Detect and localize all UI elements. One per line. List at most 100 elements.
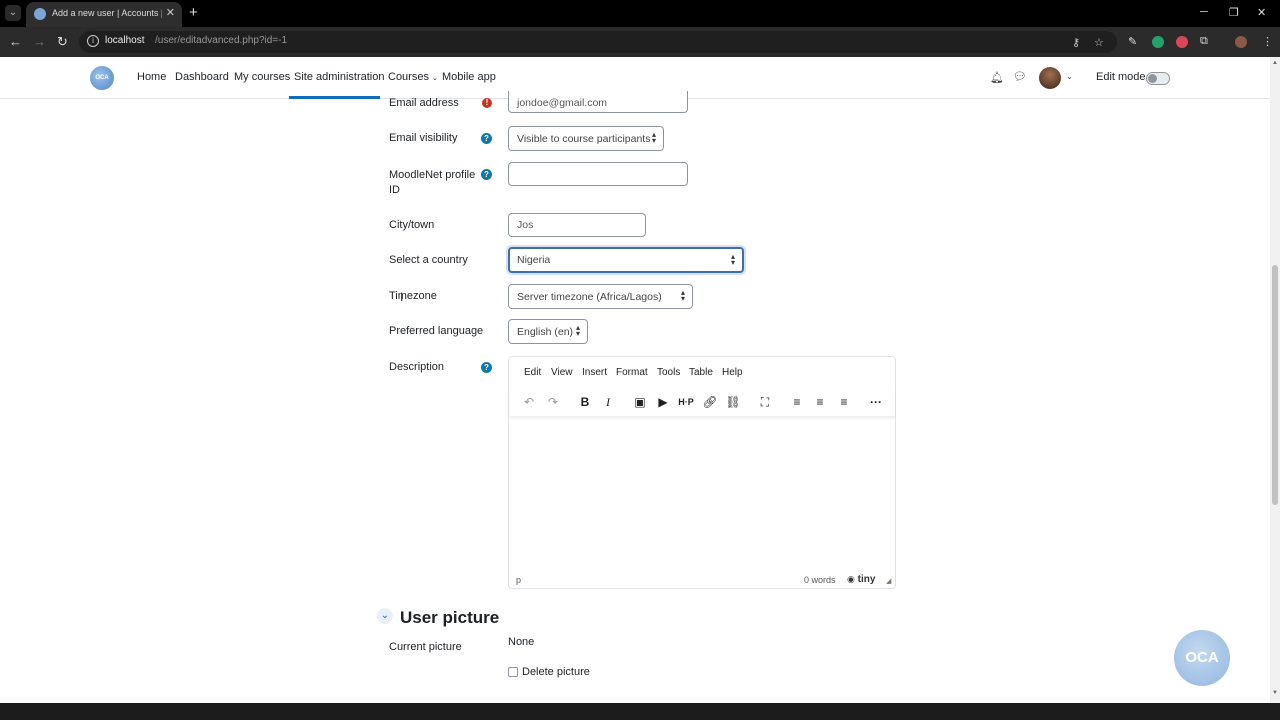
- edit-mode-toggle[interactable]: [1146, 72, 1170, 85]
- language-value: English (en): [517, 326, 574, 338]
- browser-tab[interactable]: Add a new user | Accounts | Us ✕: [26, 2, 182, 27]
- description-editor: Edit View Insert Format Tools Table Help…: [508, 356, 896, 589]
- nav-my-courses[interactable]: My courses: [234, 71, 290, 83]
- select-arrows-icon: ▴ ▾: [651, 130, 656, 145]
- align-right-icon[interactable]: ≡: [835, 394, 853, 410]
- help-icon[interactable]: ?: [481, 362, 492, 373]
- tiny-brand-text: tiny: [857, 574, 876, 585]
- resize-handle-icon[interactable]: ◢: [886, 577, 891, 585]
- more-icon[interactable]: ···: [867, 394, 885, 410]
- grammarly-extension-icon[interactable]: [1152, 36, 1164, 48]
- email-field[interactable]: jondoe@gmail.com: [508, 91, 688, 113]
- editor-menu-help[interactable]: Help: [722, 367, 743, 378]
- site-info-icon[interactable]: i: [87, 35, 99, 47]
- editor-menu-view[interactable]: View: [551, 367, 573, 378]
- delete-picture-label[interactable]: Delete picture: [522, 666, 590, 678]
- undo-icon[interactable]: ↶: [520, 394, 538, 410]
- h5p-icon[interactable]: H·P: [677, 394, 695, 410]
- editor-menubar: Edit View Insert Format Tools Table Help: [509, 357, 895, 387]
- nav-mobile-app[interactable]: Mobile app: [442, 71, 496, 83]
- user-avatar[interactable]: [1039, 67, 1061, 89]
- tab-search-icon[interactable]: ⌄: [5, 5, 21, 21]
- image-icon[interactable]: ▣: [631, 394, 649, 410]
- current-picture-label: Current picture: [389, 641, 462, 653]
- delete-picture-checkbox[interactable]: [508, 667, 518, 677]
- timezone-value: Server timezone (Africa/Lagos): [517, 291, 662, 303]
- back-icon[interactable]: ←: [9, 34, 22, 49]
- user-picture-heading: User picture: [400, 608, 500, 627]
- editor-menu-table[interactable]: Table: [689, 367, 713, 378]
- scrollbar-thumb[interactable]: [1272, 265, 1278, 505]
- nav-site-administration[interactable]: Site administration: [294, 71, 385, 83]
- notifications-bell-icon[interactable]: 🔔︎: [990, 71, 1004, 84]
- section-collapse-chevron-icon[interactable]: ⌄: [377, 608, 393, 624]
- tiny-brand-icon: ◉: [847, 574, 855, 584]
- reload-icon[interactable]: ↻: [57, 34, 68, 50]
- messages-chat-icon[interactable]: 💬︎: [1013, 70, 1027, 83]
- minimize-icon[interactable]: ─: [1200, 6, 1208, 18]
- link-icon[interactable]: 🔗︎: [701, 394, 719, 410]
- bold-icon[interactable]: B: [576, 394, 594, 410]
- page-scrollbar[interactable]: [1270, 57, 1280, 703]
- nav-home[interactable]: Home: [137, 71, 166, 83]
- url-path: /user/editadvanced.php?id=-1: [155, 35, 288, 46]
- user-menu-chevron-icon[interactable]: ⌄: [1066, 72, 1073, 81]
- language-select[interactable]: English (en) ▴ ▾: [508, 319, 588, 344]
- nav-courses[interactable]: Courses ⌄: [388, 71, 438, 83]
- unlink-icon[interactable]: ⛓︎: [724, 394, 742, 410]
- language-label: Preferred language: [389, 325, 484, 337]
- email-visibility-select[interactable]: Visible to course participants ▴ ▾: [508, 126, 664, 151]
- new-tab-icon[interactable]: +: [189, 4, 198, 21]
- country-label: Select a country: [389, 254, 468, 266]
- select-arrows-icon: ▴ ▾: [680, 288, 685, 303]
- profile-avatar-icon[interactable]: [1235, 36, 1247, 48]
- text-cursor-icon: I: [400, 290, 404, 304]
- align-left-icon[interactable]: ≡: [788, 394, 806, 410]
- country-value: Nigeria: [517, 254, 551, 266]
- scroll-down-arrow-icon[interactable]: ▼: [1272, 690, 1278, 696]
- fullscreen-icon[interactable]: ⛶: [756, 394, 774, 410]
- country-select[interactable]: Nigeria ▴ ▾: [508, 247, 744, 273]
- align-center-icon[interactable]: ≡: [811, 394, 829, 410]
- editor-content-area[interactable]: [509, 418, 895, 571]
- redo-icon[interactable]: ↷: [544, 394, 562, 410]
- help-icon[interactable]: ?: [481, 133, 492, 144]
- moodlenet-label: MoodleNet profile ID: [389, 169, 476, 196]
- editor-element-path[interactable]: p: [516, 575, 521, 585]
- red-extension-icon[interactable]: [1176, 36, 1188, 48]
- tab-close-icon[interactable]: ✕: [166, 6, 175, 19]
- editor-menu-insert[interactable]: Insert: [582, 367, 607, 378]
- italic-icon[interactable]: I: [599, 394, 617, 410]
- moodlenet-field[interactable]: [508, 162, 688, 186]
- edit-mode-label: Edit mode: [1096, 71, 1146, 83]
- editor-menu-tools[interactable]: Tools: [657, 367, 680, 378]
- browser-menu-icon[interactable]: ⋮: [1262, 35, 1273, 48]
- media-icon[interactable]: ▶: [654, 394, 672, 410]
- select-arrows-icon: ▴ ▾: [575, 323, 580, 338]
- nav-dashboard[interactable]: Dashboard: [175, 71, 229, 83]
- city-label: City/town: [389, 219, 435, 231]
- editor-menu-edit[interactable]: Edit: [524, 367, 541, 378]
- restore-icon[interactable]: ❐: [1229, 6, 1239, 19]
- os-taskbar: [0, 703, 1280, 720]
- url-host: localhost: [105, 35, 145, 46]
- city-field[interactable]: Jos: [508, 213, 646, 237]
- editor-menu-format[interactable]: Format: [616, 367, 648, 378]
- editor-statusbar: p 0 words ◉ tiny ◢: [509, 572, 895, 589]
- extensions-puzzle-icon[interactable]: ⧉: [1200, 35, 1208, 48]
- tiny-logo[interactable]: ◉ tiny: [847, 574, 875, 585]
- forward-icon[interactable]: →: [33, 34, 46, 49]
- password-key-icon[interactable]: ⚷: [1072, 36, 1080, 49]
- pen-extension-icon[interactable]: ✎: [1128, 35, 1137, 48]
- site-logo[interactable]: OCA: [90, 66, 114, 90]
- editor-word-count[interactable]: 0 words: [804, 575, 836, 585]
- description-label: Description: [389, 361, 445, 373]
- help-icon[interactable]: ?: [481, 169, 492, 180]
- url-bar[interactable]: i localhost /user/editadvanced.php?id=-1…: [79, 31, 1117, 53]
- browser-address-bar: ← → ↻ i localhost /user/editadvanced.php…: [0, 27, 1280, 57]
- timezone-select[interactable]: Server timezone (Africa/Lagos) ▴ ▾: [508, 284, 693, 309]
- window-close-icon[interactable]: ✕: [1257, 6, 1266, 19]
- bookmark-star-icon[interactable]: ☆: [1094, 36, 1104, 49]
- email-label: Email address: [389, 97, 459, 109]
- scroll-up-arrow-icon[interactable]: ▲: [1272, 60, 1278, 66]
